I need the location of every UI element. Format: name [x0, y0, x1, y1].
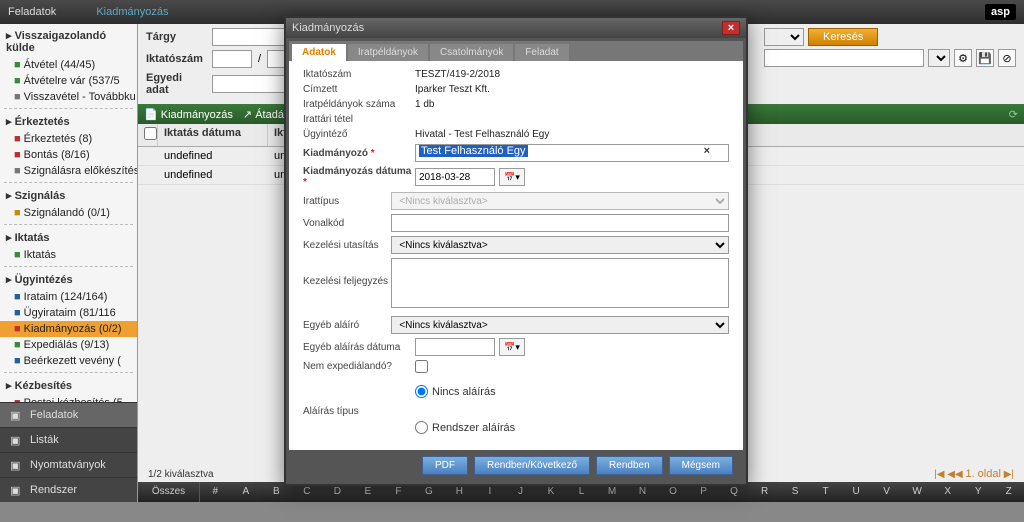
- radio-nincs[interactable]: Nincs aláírás: [415, 385, 729, 398]
- search-type-select[interactable]: [764, 28, 804, 46]
- dialog-tab[interactable]: Csatolmányok: [430, 44, 513, 61]
- sidebar-item[interactable]: ■Kiadmányozás (0/2): [0, 321, 137, 337]
- sidebar: ▸ Visszaigazolandó külde■Átvétel (44/45)…: [0, 24, 138, 502]
- alpha-filter[interactable]: X: [932, 482, 963, 502]
- dialog-tab[interactable]: Adatok: [292, 44, 346, 61]
- alpha-filter[interactable]: U: [841, 482, 872, 502]
- tree-group[interactable]: ▸ Ügyintézés: [0, 270, 137, 289]
- rendben-kovetkezo-button[interactable]: Rendben/Következő: [474, 456, 590, 475]
- irattipus-select: <Nincs kiválasztva>: [391, 192, 729, 210]
- toolbar-kiadm[interactable]: 📄 Kiadmányozás: [144, 108, 233, 121]
- tree-group[interactable]: ▸ Érkeztetés: [0, 112, 137, 131]
- refresh-icon[interactable]: ⟳: [1009, 108, 1018, 121]
- alpha-filter[interactable]: T: [810, 482, 841, 502]
- kezut-select[interactable]: <Nincs kiválasztva>: [391, 236, 729, 254]
- filter-egyedi-label: Egyedi adat: [146, 72, 206, 96]
- sidebar-item[interactable]: ■Szignálásra előkészítés: [0, 163, 137, 179]
- alpha-filter[interactable]: V: [871, 482, 902, 502]
- kiadmanyozo-input[interactable]: Test Felhasználó Egy×: [415, 144, 729, 162]
- sidebar-item[interactable]: ■Expediálás (9/13): [0, 337, 137, 353]
- calendar-icon[interactable]: 📅▾: [499, 168, 525, 186]
- alpha-filter[interactable]: S: [780, 482, 811, 502]
- alpha-filter[interactable]: A: [231, 482, 262, 502]
- dialog-tab[interactable]: Iratpéldányok: [348, 44, 428, 61]
- val-iratpeld: 1 db: [415, 99, 729, 110]
- search-input[interactable]: [764, 49, 924, 67]
- tree-group[interactable]: ▸ Iktatás: [0, 228, 137, 247]
- gear-icon[interactable]: ⚙: [954, 49, 972, 67]
- clear-icon[interactable]: ⊘: [998, 49, 1016, 67]
- dialog-kiadmanyozas: Kiadmányozás × AdatokIratpéldányokCsatol…: [284, 16, 748, 486]
- app-section-title: Feladatok: [8, 6, 56, 18]
- clear-kiadm-icon[interactable]: ×: [704, 145, 710, 157]
- sidebar-item[interactable]: ■Bontás (8/16): [0, 147, 137, 163]
- datum-input[interactable]: [415, 168, 495, 186]
- col-date[interactable]: Iktatás dátuma: [158, 124, 268, 146]
- selection-count: 1/2 kiválasztva: [148, 469, 214, 480]
- alpha-filter[interactable]: #: [200, 482, 231, 502]
- sidebar-item[interactable]: ■Irataim (124/164): [0, 289, 137, 305]
- sidebar-item[interactable]: ■Postai kézbesítés (5: [0, 395, 137, 402]
- sidebar-item[interactable]: ■Beérkezett vevény (: [0, 353, 137, 369]
- sidebar-item[interactable]: ■Szignálandó (0/1): [0, 205, 137, 221]
- tree-group[interactable]: ▸ Szignálás: [0, 186, 137, 205]
- egyebalairo-select[interactable]: <Nincs kiválasztva>: [391, 316, 729, 334]
- close-icon[interactable]: ×: [722, 21, 740, 35]
- search-button[interactable]: Keresés: [808, 28, 878, 46]
- val-cimzett: Iparker Teszt Kft.: [415, 84, 729, 95]
- sidebar-item[interactable]: ■Érkeztetés (8): [0, 131, 137, 147]
- bottom-nav-item[interactable]: ▣Feladatok: [0, 402, 137, 427]
- filter-iktato-label: Iktatószám: [146, 53, 206, 65]
- alpha-filter[interactable]: W: [902, 482, 933, 502]
- megsem-button[interactable]: Mégsem: [669, 456, 733, 475]
- nemexp-checkbox[interactable]: [415, 360, 428, 373]
- val-iktatoszam: TESZT/419-2/2018: [415, 69, 729, 80]
- alpha-filter[interactable]: Z: [993, 482, 1024, 502]
- bottom-nav-item[interactable]: ▣Rendszer: [0, 477, 137, 502]
- vonalkod-input[interactable]: [391, 214, 729, 232]
- egyebdatum-input[interactable]: [415, 338, 495, 356]
- sidebar-item[interactable]: ■Iktatás: [0, 247, 137, 263]
- pager: |◀ ◀◀ 1. oldal ▶|: [934, 468, 1014, 480]
- tree-group[interactable]: ▸ Kézbesítés: [0, 376, 137, 395]
- sidebar-item[interactable]: ■Átvétel (44/45): [0, 57, 137, 73]
- dialog-tab[interactable]: Feladat: [515, 44, 568, 61]
- alpha-filter[interactable]: Y: [963, 482, 994, 502]
- tree-group[interactable]: ▸ Visszaigazolandó külde: [0, 26, 137, 57]
- select-all-checkbox[interactable]: [144, 127, 157, 140]
- search-aux-select[interactable]: [928, 49, 950, 67]
- bottom-nav-item[interactable]: ▣Listák: [0, 427, 137, 452]
- alpha-filter[interactable]: Összes: [138, 482, 200, 502]
- sidebar-item[interactable]: ■Ügyirataim (81/116: [0, 305, 137, 321]
- save-icon[interactable]: 💾: [976, 49, 994, 67]
- sidebar-item[interactable]: ■Átvételre vár (537/5: [0, 73, 137, 89]
- rendben-button[interactable]: Rendben: [596, 456, 663, 475]
- alpha-filter[interactable]: R: [749, 482, 780, 502]
- dialog-title: Kiadmányozás: [292, 22, 364, 34]
- pdf-button[interactable]: PDF: [422, 456, 468, 475]
- val-ugyintezo: Hivatal - Test Felhasználó Egy: [415, 129, 729, 140]
- filter-targy-label: Tárgy: [146, 31, 206, 43]
- radio-rendszer[interactable]: Rendszer aláírás: [415, 421, 729, 434]
- sidebar-item[interactable]: ■Visszavétel - Továbbku: [0, 89, 137, 105]
- logo: asp: [985, 4, 1016, 20]
- kezfel-textarea[interactable]: [391, 258, 729, 308]
- toolbar-atadas[interactable]: ↗ Átadás: [243, 108, 290, 121]
- calendar-icon[interactable]: 📅▾: [499, 338, 525, 356]
- page-title: Kiadmányozás: [96, 6, 168, 18]
- bottom-nav-item[interactable]: ▣Nyomtatványok: [0, 452, 137, 477]
- filter-iktato-1[interactable]: [212, 50, 252, 68]
